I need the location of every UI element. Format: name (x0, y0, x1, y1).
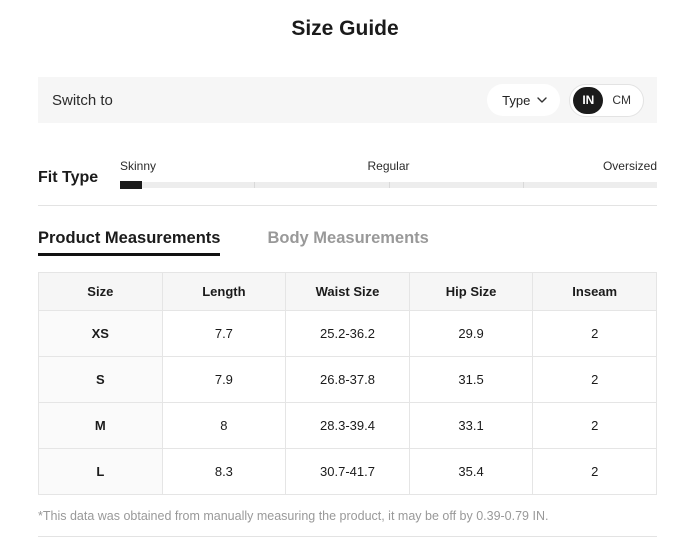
size-cell: L (39, 449, 163, 495)
inseam-cell: 2 (533, 449, 657, 495)
hip-cell: 33.1 (409, 403, 533, 449)
page-title: Size Guide (0, 0, 690, 42)
fit-type-slider: Skinny Regular Oversized (120, 159, 657, 188)
fit-option-skinny: Skinny (120, 159, 156, 173)
fit-track-tick (389, 182, 390, 188)
table-row: XS 7.7 25.2-36.2 29.9 2 (39, 311, 657, 357)
hip-cell: 31.5 (409, 357, 533, 403)
fit-type-option-labels: Skinny Regular Oversized (120, 159, 657, 175)
fit-type-track (120, 182, 657, 188)
inseam-cell: 2 (533, 403, 657, 449)
hip-cell: 29.9 (409, 311, 533, 357)
size-guide-panel: Size Guide Switch to Type IN CM Fit Type (0, 0, 690, 553)
bottom-divider (38, 536, 657, 537)
waist-cell: 25.2-36.2 (286, 311, 410, 357)
switch-to-label: Switch to (52, 92, 113, 109)
unit-toggle[interactable]: IN CM (569, 84, 644, 117)
column-header-hip: Hip Size (409, 273, 533, 311)
size-cell: S (39, 357, 163, 403)
size-cell: M (39, 403, 163, 449)
chevron-down-icon (537, 97, 547, 103)
fit-track-tick (523, 182, 524, 188)
column-header-size: Size (39, 273, 163, 311)
fit-option-oversized: Oversized (603, 159, 657, 173)
type-dropdown[interactable]: Type (487, 84, 560, 116)
length-cell: 8 (162, 403, 286, 449)
table-row: S 7.9 26.8-37.8 31.5 2 (39, 357, 657, 403)
hip-cell: 35.4 (409, 449, 533, 495)
measurement-tabs: Product Measurements Body Measurements (38, 229, 657, 256)
unit-option-cm[interactable]: CM (603, 87, 640, 114)
length-cell: 7.9 (162, 357, 286, 403)
length-cell: 7.7 (162, 311, 286, 357)
inseam-cell: 2 (533, 357, 657, 403)
switch-bar: Switch to Type IN CM (38, 77, 657, 123)
table-header-row: Size Length Waist Size Hip Size Inseam (39, 273, 657, 311)
measurement-disclaimer: *This data was obtained from manually me… (38, 509, 657, 524)
fit-option-regular: Regular (367, 159, 409, 173)
fit-type-label: Fit Type (38, 159, 120, 188)
column-header-inseam: Inseam (533, 273, 657, 311)
type-dropdown-label: Type (502, 93, 530, 108)
table-row: M 8 28.3-39.4 33.1 2 (39, 403, 657, 449)
fit-type-row: Fit Type Skinny Regular Oversized (38, 159, 657, 188)
fit-type-indicator (120, 181, 142, 189)
tab-product-measurements[interactable]: Product Measurements (38, 229, 220, 256)
table-row: L 8.3 30.7-41.7 35.4 2 (39, 449, 657, 495)
waist-cell: 26.8-37.8 (286, 357, 410, 403)
column-header-waist: Waist Size (286, 273, 410, 311)
waist-cell: 30.7-41.7 (286, 449, 410, 495)
unit-option-in[interactable]: IN (573, 87, 603, 114)
inseam-cell: 2 (533, 311, 657, 357)
size-cell: XS (39, 311, 163, 357)
tab-body-measurements[interactable]: Body Measurements (267, 229, 428, 256)
section-divider (38, 205, 657, 206)
length-cell: 8.3 (162, 449, 286, 495)
fit-track-tick (254, 182, 255, 188)
waist-cell: 28.3-39.4 (286, 403, 410, 449)
switch-controls: Type IN CM (487, 84, 644, 117)
measurement-table: Size Length Waist Size Hip Size Inseam X… (38, 272, 657, 495)
column-header-length: Length (162, 273, 286, 311)
